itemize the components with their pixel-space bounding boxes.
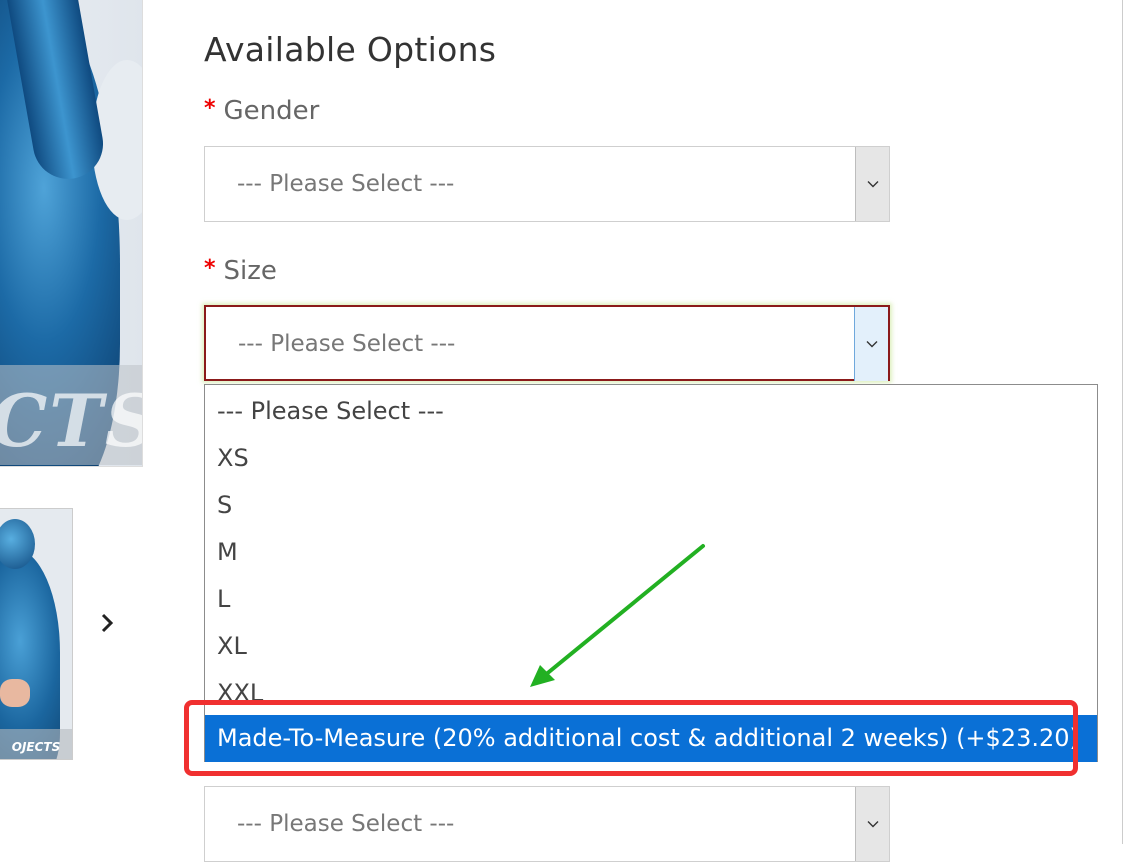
page-title: Available Options: [204, 30, 497, 69]
size-label-text: Size: [223, 256, 277, 286]
size-option-l[interactable]: L: [205, 576, 1097, 623]
option-select-value: --- Please Select ---: [237, 811, 455, 837]
size-option-xs[interactable]: XS: [205, 435, 1097, 482]
required-marker: *: [204, 96, 216, 121]
page-edge: [1122, 0, 1123, 844]
gender-select-value: --- Please Select ---: [237, 171, 455, 197]
gender-select[interactable]: --- Please Select ---: [204, 146, 890, 222]
chevron-down-icon[interactable]: [854, 307, 888, 381]
required-marker: *: [204, 256, 216, 281]
size-select[interactable]: --- Please Select ---: [204, 305, 890, 381]
size-label: * Size: [204, 256, 277, 286]
gender-label: * Gender: [204, 96, 319, 126]
chevron-right-icon[interactable]: [96, 608, 120, 638]
size-option-placeholder[interactable]: --- Please Select ---: [205, 388, 1097, 435]
product-thumbnail[interactable]: OJECTS: [0, 508, 73, 760]
chevron-down-icon[interactable]: [855, 147, 889, 221]
size-option-xl[interactable]: XL: [205, 623, 1097, 670]
size-option-s[interactable]: S: [205, 482, 1097, 529]
size-option-m[interactable]: M: [205, 529, 1097, 576]
gender-label-text: Gender: [223, 96, 320, 126]
highlight-box: [184, 700, 1078, 776]
option-select[interactable]: --- Please Select ---: [204, 786, 890, 862]
thumbnail-watermark: OJECTS: [0, 729, 72, 759]
watermark: CTS: [0, 378, 142, 463]
thumbnail-hand: [0, 679, 30, 707]
size-select-value: --- Please Select ---: [238, 331, 456, 357]
chevron-down-icon[interactable]: [855, 787, 889, 861]
product-main-image[interactable]: CTS: [0, 0, 143, 467]
